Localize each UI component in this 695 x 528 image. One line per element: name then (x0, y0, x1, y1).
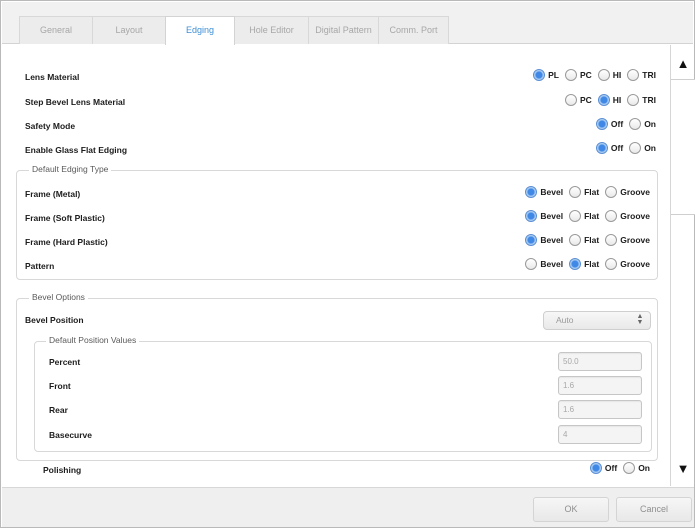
frame-soft-bevel-radio[interactable] (525, 210, 538, 222)
pattern-flat-radio[interactable] (569, 258, 582, 270)
tab-general[interactable]: General (19, 16, 93, 44)
frame-metal-label: Frame (Metal) (25, 189, 81, 199)
frame-metal-groove-radio[interactable] (605, 186, 618, 198)
basecurve-input[interactable]: 4 (558, 425, 642, 444)
vertical-scrollbar[interactable]: ▲ ▼ (670, 45, 695, 486)
step-bevel-tri-radio[interactable] (627, 94, 640, 106)
lens-material-pc-radio[interactable] (564, 69, 577, 81)
lens-material-pl-radio[interactable] (533, 69, 546, 81)
front-input[interactable]: 1.6 (558, 376, 642, 395)
front-label: Front (49, 381, 71, 391)
tab-edging[interactable]: Edging (165, 16, 235, 45)
lens-material-options: PL PC HI TRI (529, 69, 658, 81)
glass-flat-on-radio[interactable] (629, 142, 642, 154)
settings-content: Lens Material PL PC HI TRI Step Bevel Le… (2, 45, 670, 486)
percent-input[interactable]: 50.0 (558, 352, 642, 371)
lens-material-hi-radio[interactable] (597, 69, 610, 81)
scroll-up-arrow-icon[interactable]: ▲ (672, 53, 694, 75)
pattern-groove-radio[interactable] (605, 258, 618, 270)
polishing-on-radio[interactable] (623, 462, 636, 474)
cancel-button[interactable]: Cancel (616, 497, 692, 522)
safety-mode-off-radio[interactable] (595, 118, 608, 130)
tab-comm-port[interactable]: Comm. Port (378, 16, 449, 44)
frame-hard-plastic-options: Bevel Flat Groove (521, 234, 652, 246)
default-position-legend: Default Position Values (46, 335, 140, 345)
tab-layout[interactable]: Layout (92, 16, 166, 44)
basecurve-label: Basecurve (49, 430, 93, 440)
scroll-down-arrow-icon[interactable]: ▼ (672, 458, 694, 480)
glass-flat-label: Enable Glass Flat Edging (25, 145, 128, 155)
pattern-options: Bevel Flat Groove (521, 258, 652, 270)
bevel-position-select[interactable]: Auto ▲ ▼ (543, 311, 651, 330)
scrollbar-thumb[interactable] (671, 79, 695, 215)
tab-bar: General Layout Edging Hole Editor Digita… (2, 2, 693, 45)
step-bevel-options: PC HI TRI (561, 94, 658, 106)
frame-soft-plastic-options: Bevel Flat Groove (521, 210, 652, 222)
frame-metal-bevel-radio[interactable] (525, 186, 538, 198)
tab-hole-editor[interactable]: Hole Editor (234, 16, 309, 44)
pattern-bevel-radio[interactable] (525, 258, 538, 270)
step-bevel-pc-radio[interactable] (564, 94, 577, 106)
frame-hard-flat-radio[interactable] (569, 234, 582, 246)
tab-digital-pattern[interactable]: Digital Pattern (308, 16, 379, 44)
percent-label: Percent (49, 357, 81, 367)
frame-soft-groove-radio[interactable] (605, 210, 618, 222)
frame-hard-plastic-label: Frame (Hard Plastic) (25, 237, 108, 247)
frame-metal-options: Bevel Flat Groove (521, 186, 652, 198)
glass-flat-options: Off On (592, 142, 658, 154)
edging-settings-window: General Layout Edging Hole Editor Digita… (0, 0, 695, 528)
rear-input[interactable]: 1.6 (558, 400, 642, 419)
bevel-position-label: Bevel Position (25, 315, 84, 325)
step-bevel-label: Step Bevel Lens Material (25, 97, 126, 107)
polishing-label: Polishing (43, 465, 82, 475)
dialog-footer: OK Cancel (2, 487, 694, 527)
bevel-options-legend: Bevel Options (29, 292, 88, 302)
frame-hard-groove-radio[interactable] (605, 234, 618, 246)
step-bevel-hi-radio[interactable] (597, 94, 610, 106)
safety-mode-options: Off On (592, 118, 658, 130)
bevel-position-value: Auto (556, 315, 574, 325)
safety-mode-on-radio[interactable] (629, 118, 642, 130)
frame-metal-flat-radio[interactable] (569, 186, 582, 198)
default-edging-legend: Default Edging Type (29, 164, 112, 174)
rear-label: Rear (49, 405, 68, 415)
glass-flat-off-radio[interactable] (595, 142, 608, 154)
ok-button[interactable]: OK (533, 497, 609, 522)
frame-hard-bevel-radio[interactable] (525, 234, 538, 246)
pattern-label: Pattern (25, 261, 55, 271)
frame-soft-flat-radio[interactable] (569, 210, 582, 222)
lens-material-tri-radio[interactable] (627, 69, 640, 81)
chevron-updown-icon: ▲ ▼ (636, 313, 644, 326)
safety-mode-label: Safety Mode (25, 121, 76, 131)
frame-soft-plastic-label: Frame (Soft Plastic) (25, 213, 105, 223)
lens-material-label: Lens Material (25, 72, 80, 82)
polishing-options: Off On (586, 462, 652, 474)
polishing-off-radio[interactable] (589, 462, 602, 474)
